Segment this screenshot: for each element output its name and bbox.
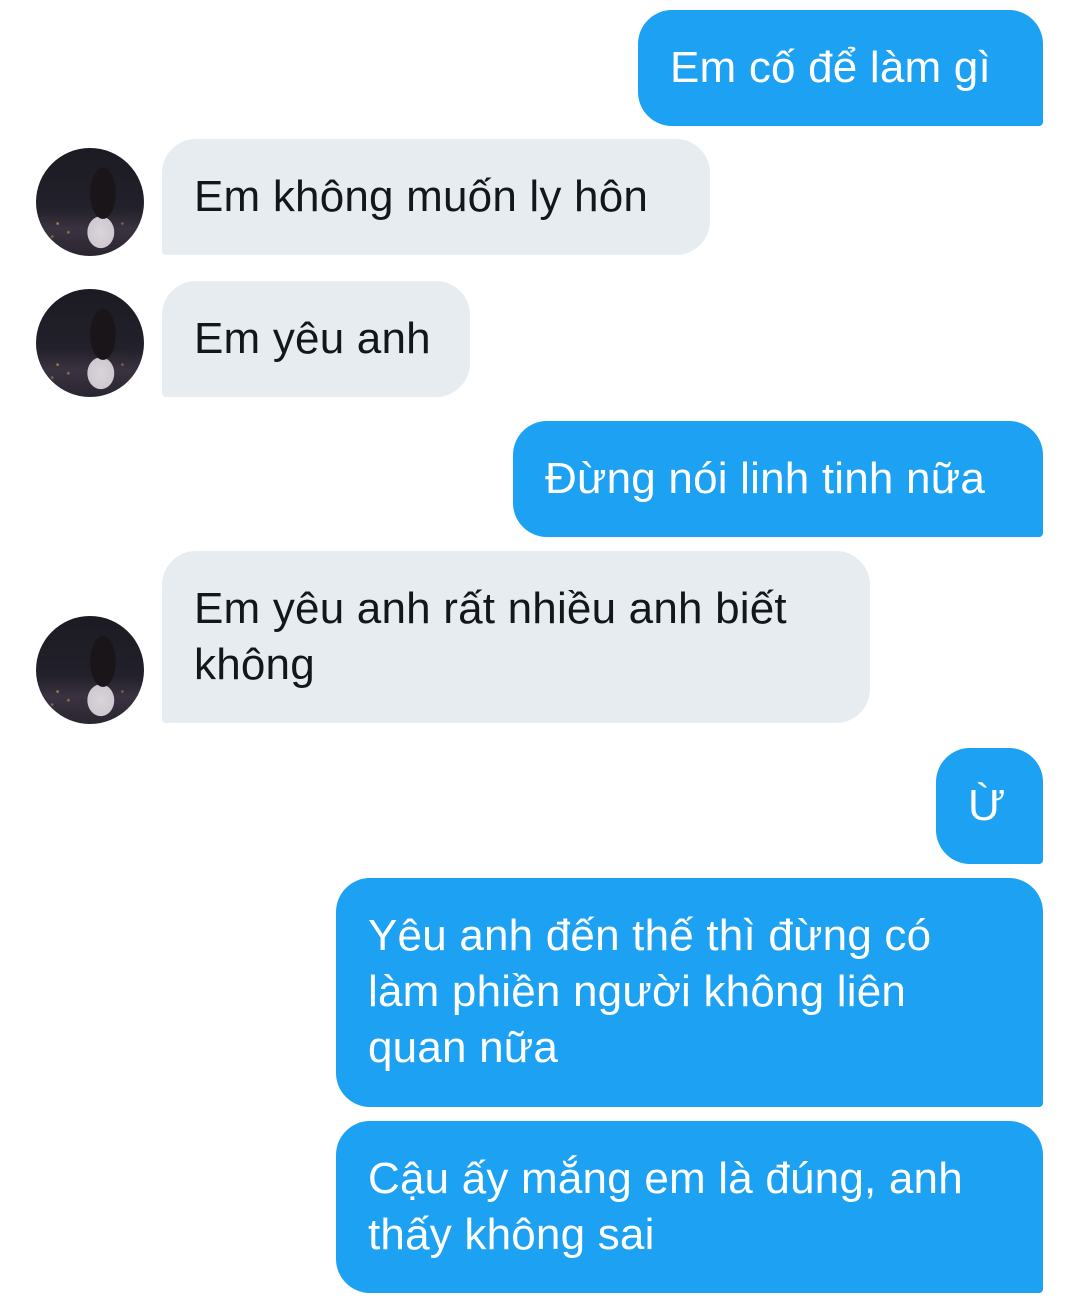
contact-avatar[interactable]: [36, 289, 144, 397]
message-bubble-outgoing[interactable]: Đừng nói linh tinh nữa: [513, 421, 1043, 537]
message-bubble-incoming[interactable]: Em yêu anh rất nhiều anh biết không: [162, 551, 870, 723]
message-bubble-outgoing[interactable]: Em cố để làm gì: [638, 10, 1043, 126]
message-bubble-incoming[interactable]: Em không muốn ly hôn: [162, 139, 710, 255]
message-bubble-outgoing[interactable]: Yêu anh đến thế thì đừng có làm phiền ng…: [336, 878, 1043, 1107]
message-bubble-outgoing[interactable]: Cậu ấy mắng em là đúng, anh thấy không s…: [336, 1121, 1043, 1293]
contact-avatar[interactable]: [36, 616, 144, 724]
message-bubble-outgoing[interactable]: Ừ: [936, 748, 1043, 864]
contact-avatar[interactable]: [36, 148, 144, 256]
message-bubble-incoming[interactable]: Em yêu anh: [162, 281, 470, 397]
